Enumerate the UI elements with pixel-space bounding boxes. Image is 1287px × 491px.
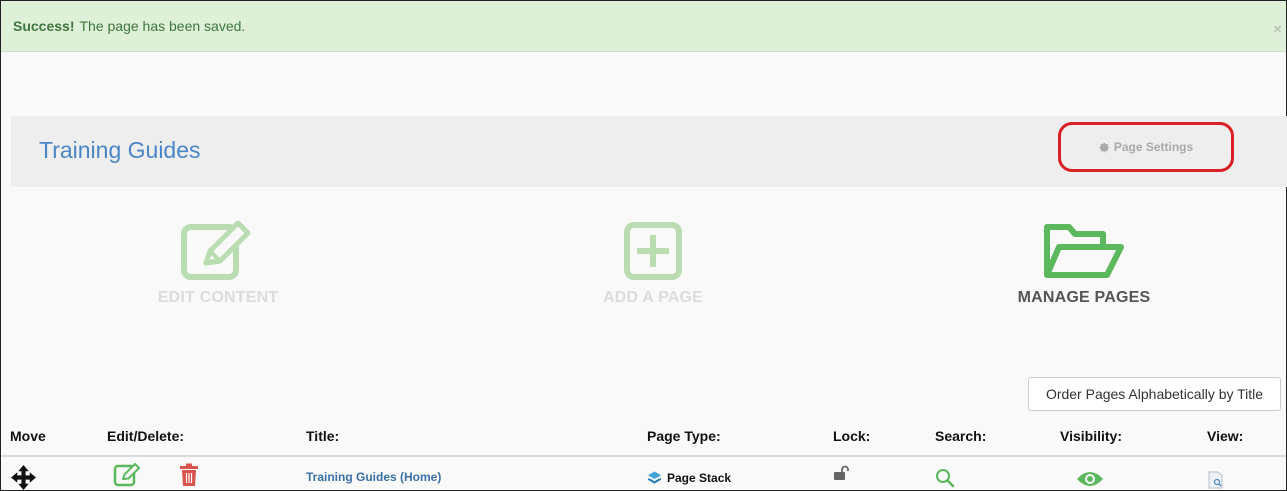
- folder-open-icon: [1044, 224, 1124, 278]
- column-header-move: Move: [10, 428, 46, 444]
- page-type-cell: Page Stack: [647, 470, 731, 486]
- pencil-square-icon[interactable]: [113, 463, 141, 487]
- edit-content-label: EDIT CONTENT: [157, 289, 279, 306]
- success-alert: Success! The page has been saved. ×: [1, 1, 1286, 52]
- column-header-edit-delete: Edit/Delete:: [107, 428, 185, 444]
- edit-icon: [181, 221, 251, 280]
- page-header: Training Guides Page Settings: [11, 116, 1287, 187]
- close-icon[interactable]: ×: [1273, 21, 1282, 38]
- alert-strong: Success!: [13, 18, 75, 34]
- page-title: Training Guides: [39, 137, 201, 163]
- search-icon[interactable]: [935, 468, 955, 488]
- move-icon[interactable]: [10, 464, 37, 491]
- column-header-title: Title:: [306, 428, 340, 444]
- add-page-action[interactable]: ADD A PAGE: [553, 221, 753, 307]
- order-alphabetically-button[interactable]: Order Pages Alphabetically by Title: [1028, 377, 1281, 411]
- page-settings-label: Page Settings: [1113, 140, 1194, 154]
- edit-content-action[interactable]: EDIT CONTENT: [118, 221, 318, 307]
- page-settings-button[interactable]: Page Settings: [1058, 122, 1234, 172]
- unlock-icon[interactable]: [833, 465, 849, 481]
- column-header-search: Search:: [935, 428, 987, 444]
- manage-pages-label: MANAGE PAGES: [1017, 289, 1151, 306]
- row-title-link[interactable]: Training Guides (Home): [306, 470, 441, 484]
- column-header-lock: Lock:: [833, 428, 871, 444]
- column-header-visibility: Visibility:: [1060, 428, 1122, 444]
- column-header-view: View:: [1207, 428, 1244, 444]
- table-divider: [1, 455, 1286, 457]
- file-preview-icon[interactable]: [1208, 471, 1224, 489]
- eye-icon[interactable]: [1076, 470, 1104, 488]
- gear-icon: [1099, 142, 1109, 152]
- add-icon: [624, 222, 682, 280]
- trash-icon[interactable]: [179, 463, 199, 487]
- column-header-page-type: Page Type:: [647, 428, 721, 444]
- layers-icon: [647, 471, 662, 484]
- manage-pages-action[interactable]: MANAGE PAGES: [984, 221, 1184, 307]
- add-page-label: ADD A PAGE: [602, 289, 704, 306]
- alert-message: The page has been saved.: [79, 18, 246, 34]
- page-type-label: Page Stack: [667, 471, 732, 485]
